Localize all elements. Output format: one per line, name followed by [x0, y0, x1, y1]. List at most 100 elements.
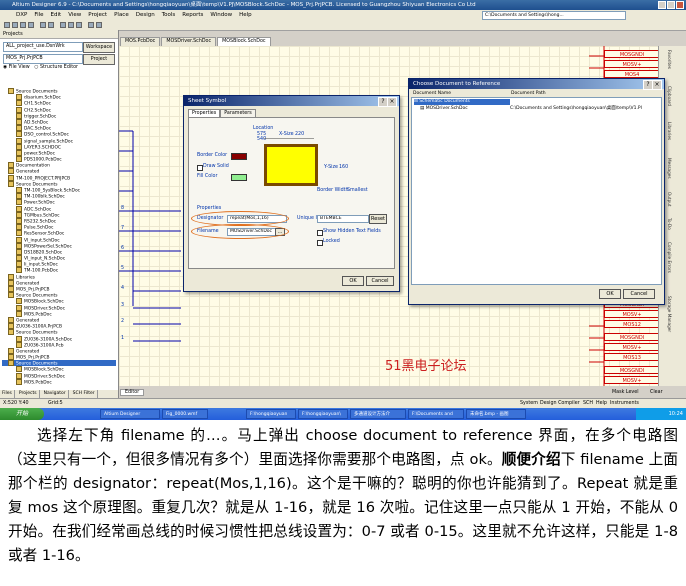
border-color-swatch[interactable]: [231, 153, 247, 160]
filename-highlight-circle: [191, 224, 289, 239]
border-width-value[interactable]: Smallest: [347, 188, 368, 193]
tab-projects[interactable]: Projects: [17, 390, 40, 398]
menu-edit[interactable]: Edit: [51, 10, 62, 20]
net-label-box: MOSGNDI: [604, 333, 660, 341]
maximize-button[interactable]: [667, 1, 675, 9]
editor-tab[interactable]: Editor: [120, 389, 145, 396]
mask-level-button[interactable]: Mask Level: [612, 390, 639, 395]
pin-number: 8: [121, 206, 125, 211]
menu-project[interactable]: Project: [88, 10, 107, 20]
cut-icon[interactable]: [60, 22, 66, 28]
tree-item-label: VI_input.SchDoc: [24, 238, 60, 243]
y-size-label: Y-Size: [324, 165, 338, 170]
sidebar-output[interactable]: Output: [667, 192, 672, 207]
menu-place[interactable]: Place: [114, 10, 129, 20]
file-icon: [16, 248, 22, 255]
tab-sch-filter[interactable]: SCH Filter: [71, 390, 98, 398]
file-view-radio[interactable]: ◉ File View: [3, 65, 30, 70]
minimize-button[interactable]: [658, 1, 666, 9]
menu-reports[interactable]: Reports: [182, 10, 203, 20]
net-label-box: MOS13: [604, 353, 660, 361]
menu-dxp[interactable]: DXP: [16, 10, 27, 20]
file-icon: [16, 100, 22, 107]
task-altium[interactable]: Altium Designer: [100, 409, 160, 419]
menu-tools[interactable]: Tools: [162, 10, 176, 20]
tab-navigator[interactable]: Navigator: [42, 390, 69, 398]
y-size-value: 160: [339, 165, 349, 170]
close-icon[interactable]: ×: [387, 97, 397, 107]
file-icon: [16, 205, 22, 212]
sidebar-clipboard[interactable]: Clipboard: [667, 86, 672, 106]
cancel-button[interactable]: Cancel: [366, 276, 394, 286]
new-icon[interactable]: [4, 22, 10, 28]
tree-item-label: TM-100.PcbDoc: [24, 268, 59, 274]
sidebar-storage-manager[interactable]: Storage Manager: [667, 296, 672, 332]
task-fig[interactable]: Fig_0000.wmf: [162, 409, 208, 419]
pin-number: 6: [121, 246, 125, 251]
file-icon: [16, 335, 22, 342]
start-button[interactable]: 开始: [0, 408, 44, 420]
sidebar-favorites[interactable]: Favorites: [667, 50, 672, 69]
path-field[interactable]: C:\Documents and Settings\hong...: [482, 11, 626, 20]
unique-id-input[interactable]: BTEMBCE: [317, 215, 369, 223]
ok-button[interactable]: OK: [342, 276, 364, 286]
document-tabs: MOS.PcbDoc MOSDriver.SchDoc MOSBlock.Sch…: [120, 37, 271, 47]
sidebar-messages[interactable]: Messages: [667, 158, 672, 179]
menu-view[interactable]: View: [68, 10, 81, 20]
close-icon[interactable]: ×: [652, 80, 662, 90]
tree-item-label: CH1.SchDoc: [24, 101, 52, 107]
clear-button[interactable]: Clear: [650, 390, 663, 395]
task-doc[interactable]: 多通道设计方法介: [350, 409, 406, 419]
task-folder-1[interactable]: F:\hongqiaoyuan: [246, 409, 296, 419]
menu-window[interactable]: Window: [210, 10, 232, 20]
save-icon[interactable]: [20, 22, 26, 28]
file-icon: [16, 149, 22, 156]
panel-bottom-tabs: Files Projects Navigator SCH Filter: [0, 390, 118, 398]
print-icon[interactable]: [28, 22, 34, 28]
net-label-box: MOSV+: [604, 60, 660, 68]
file-icon: [16, 211, 22, 218]
pin-number: 3: [121, 303, 125, 308]
file-icon: [16, 106, 22, 113]
menu-design[interactable]: Design: [136, 10, 155, 20]
task-folder-2[interactable]: F:\hongqiaoyuan\: [298, 409, 348, 419]
border-color-label: Border Color: [197, 153, 228, 158]
clock: 10:24: [668, 411, 683, 417]
tab-properties[interactable]: Properties: [188, 109, 221, 117]
file-icon: [16, 118, 22, 125]
windows-taskbar: 开始 Altium Designer Fig_0000.wmf F:\hongq…: [0, 408, 686, 420]
task-documents[interactable]: F:\Documents and: [408, 409, 464, 419]
sidebar-todo[interactable]: To-Do: [667, 218, 672, 230]
file-icon: [8, 162, 14, 169]
tab-files[interactable]: Files: [0, 390, 15, 398]
ok-button[interactable]: OK: [599, 289, 621, 299]
app-screenshot: Altium Designer 6.9 - C:\Documents and S…: [0, 0, 686, 420]
structure-editor-radio[interactable]: ○ Structure Editor: [34, 65, 78, 70]
close-button[interactable]: [676, 1, 684, 9]
sidebar-libraries[interactable]: Libraries: [667, 122, 672, 140]
menu-help[interactable]: Help: [239, 10, 252, 20]
sidebar-compile-errors[interactable]: Compile Errors: [667, 242, 672, 273]
redo-icon[interactable]: [96, 22, 102, 28]
file-icon: [8, 316, 14, 323]
net-label-box: MOSGNDI: [604, 366, 660, 374]
tree-item-label: Source Documents: [16, 330, 58, 336]
copy-icon[interactable]: [68, 22, 74, 28]
fill-color-swatch[interactable]: [231, 174, 247, 181]
undo-icon[interactable]: [88, 22, 94, 28]
menu-file[interactable]: File: [34, 10, 43, 20]
task-paint[interactable]: 未命名.bmp - 画图: [466, 409, 526, 419]
document-list: ⊟ Schematic Documents ▤ MOSDriver.SchDoc…: [411, 97, 662, 285]
window-titlebar: Altium Designer 6.9 - C:\Documents and S…: [0, 0, 686, 10]
tree-item[interactable]: MOS.PcbDoc: [2, 378, 116, 385]
reset-button[interactable]: Reset: [369, 214, 387, 224]
open-icon[interactable]: [12, 22, 18, 28]
paste-icon[interactable]: [76, 22, 82, 28]
net-label-box: MOS4: [604, 70, 660, 78]
zoom-out-icon[interactable]: [48, 22, 54, 28]
list-group-row[interactable]: ⊟ Schematic Documents: [414, 99, 510, 105]
cancel-button[interactable]: Cancel: [623, 289, 655, 299]
zoom-in-icon[interactable]: [40, 22, 46, 28]
tab-parameters[interactable]: Parameters: [220, 109, 256, 117]
list-item[interactable]: ▤ MOSDriver.SchDoc: [420, 106, 468, 112]
